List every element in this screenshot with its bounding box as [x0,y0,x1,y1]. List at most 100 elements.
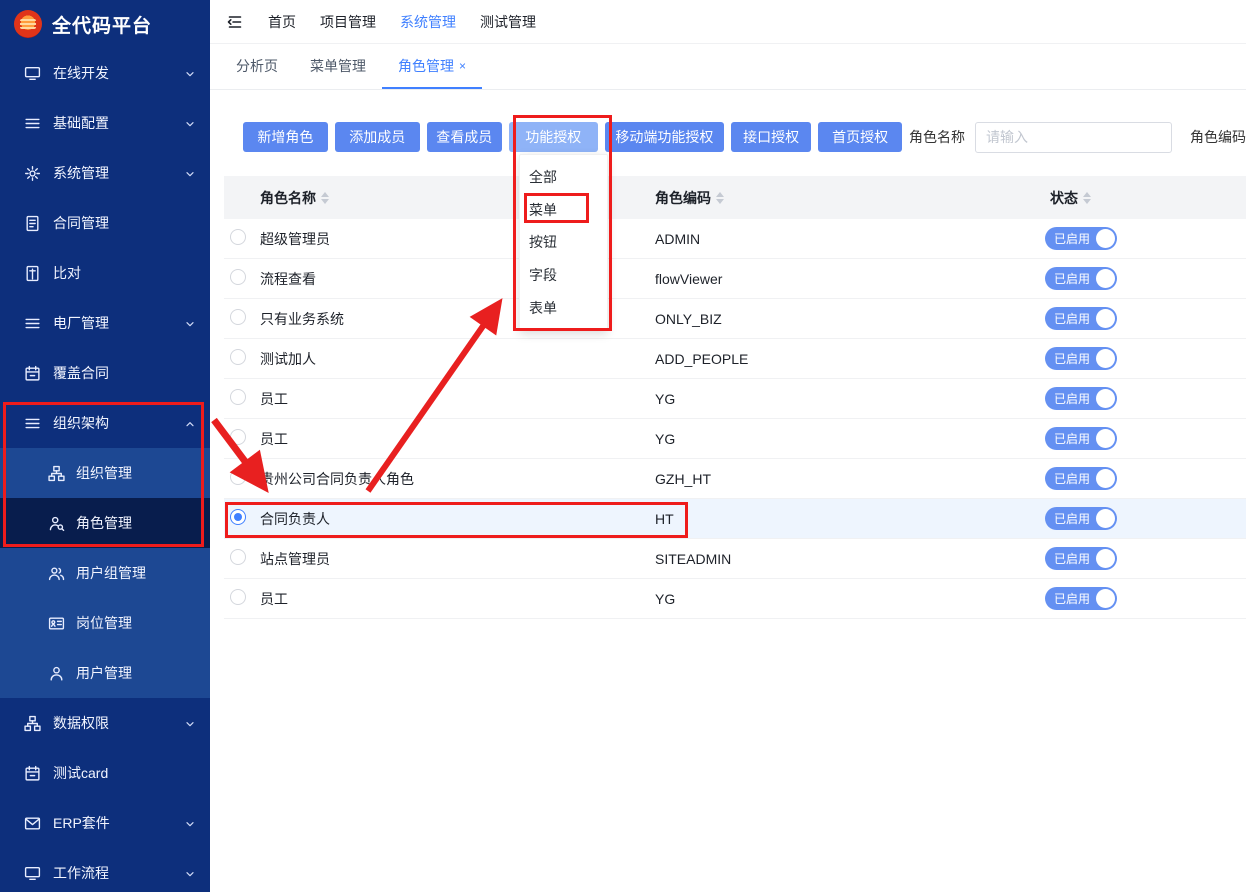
sidebar-item-label: 在线开发 [53,63,184,83]
toolbar-button-1[interactable]: 添加成员 [335,122,420,152]
tab-0[interactable]: 分析页 [220,44,294,89]
sidebar-item-label: 组织管理 [76,463,196,483]
table-row-0[interactable]: 超级管理员ADMIN已启用 [224,219,1246,259]
sidebar-item-16[interactable]: 工作流程 [0,848,210,892]
nav-item-2[interactable]: 系统管理 [400,12,456,32]
status-toggle-label: 已启用 [1054,430,1090,447]
status-toggle-enabled[interactable]: 已启用 [1045,347,1117,370]
sidebar-item-14[interactable]: 测试card [0,748,210,798]
nav-item-1[interactable]: 项目管理 [320,12,376,32]
toolbar-button-5[interactable]: 接口授权 [731,122,811,152]
tab-2[interactable]: 角色管理 × [382,44,482,89]
table-row-4[interactable]: 员工YG已启用 [224,379,1246,419]
sort-carets-icon[interactable] [1083,192,1091,204]
table-row-6[interactable]: 贵州公司合同负责人角色GZH_HT已启用 [224,459,1246,499]
toggle-knob [1096,389,1115,408]
sidebar-item-label: 系统管理 [53,163,184,183]
status-toggle-label: 已启用 [1054,230,1090,247]
table-row-8[interactable]: 站点管理员SITEADMIN已启用 [224,539,1246,579]
monitor-icon [24,865,41,882]
status-toggle-enabled[interactable]: 已启用 [1045,587,1117,610]
sidebar-item-0[interactable]: 在线开发 [0,48,210,98]
roles-table: 角色名称 角色编码 状态 超级管理员ADMIN已启用流程查看flowViewer… [224,176,1246,619]
status-toggle-label: 已启用 [1054,590,1090,607]
status-toggle-enabled[interactable]: 已启用 [1045,547,1117,570]
status-toggle-enabled[interactable]: 已启用 [1045,467,1117,490]
status-toggle-enabled[interactable]: 已启用 [1045,267,1117,290]
sidebar-item-13[interactable]: 数据权限 [0,698,210,748]
row-radio-selected[interactable] [230,509,246,525]
sidebar-item-7[interactable]: 组织架构 [0,398,210,448]
row-radio[interactable] [230,429,246,445]
tab-1[interactable]: 菜单管理 [294,44,382,89]
tab-label: 角色管理 [398,56,454,76]
table-row-7[interactable]: 合同负责人HT已启用 [224,499,1246,539]
toolbar-button-6[interactable]: 首页授权 [818,122,902,152]
sidebar-item-8[interactable]: 组织管理 [0,448,210,498]
user-icon [48,665,65,682]
toggle-knob [1096,469,1115,488]
dropdown-item-2[interactable]: 按钮 [520,226,607,259]
dropdown-item-0[interactable]: 全部 [520,161,607,194]
dropdown-item-4[interactable]: 表单 [520,291,607,324]
status-toggle-label: 已启用 [1054,270,1090,287]
nav-item-0[interactable]: 首页 [268,12,296,32]
sidebar-item-label: 测试card [53,763,196,783]
table-row-9[interactable]: 员工YG已启用 [224,579,1246,619]
status-toggle-enabled[interactable]: 已启用 [1045,427,1117,450]
table-body: 超级管理员ADMIN已启用流程查看flowViewer已启用只有业务系统ONLY… [224,219,1246,619]
sidebar-item-15[interactable]: ERP套件 [0,798,210,848]
tab-close-icon[interactable]: × [459,60,466,72]
role-code-cell: ADMIN [655,231,1045,247]
table-row-5[interactable]: 员工YG已启用 [224,419,1246,459]
toolbar-button-3[interactable]: 功能授权 [509,122,598,152]
row-radio[interactable] [230,309,246,325]
sort-carets-icon[interactable] [321,192,329,204]
sidebar-item-4[interactable]: 比对 [0,248,210,298]
status-toggle-enabled[interactable]: 已启用 [1045,507,1117,530]
toolbar-button-0[interactable]: 新增角色 [243,122,328,152]
status-toggle-enabled[interactable]: 已启用 [1045,307,1117,330]
toggle-knob [1096,509,1115,528]
row-radio[interactable] [230,469,246,485]
role-name-input[interactable] [975,122,1172,153]
sidebar-item-10[interactable]: 用户组管理 [0,548,210,598]
column-header-role-code[interactable]: 角色编码 [655,188,1045,208]
sidebar-item-5[interactable]: 电厂管理 [0,298,210,348]
row-radio[interactable] [230,269,246,285]
toggle-knob [1096,589,1115,608]
sidebar-item-label: 比对 [53,263,196,283]
sidebar-item-label: 用户管理 [76,663,196,683]
status-toggle-enabled[interactable]: 已启用 [1045,387,1117,410]
sidebar-item-3[interactable]: 合同管理 [0,198,210,248]
dropdown-item-3[interactable]: 字段 [520,259,607,292]
row-radio[interactable] [230,229,246,245]
menu-collapse-icon[interactable] [226,13,244,31]
sidebar-item-2[interactable]: 系统管理 [0,148,210,198]
status-toggle-label: 已启用 [1054,510,1090,527]
toggle-knob [1096,549,1115,568]
chevron-up-icon [184,417,196,429]
toolbar-button-4[interactable]: 移动端功能授权 [605,122,725,152]
role-name-cell: 测试加人 [260,349,655,369]
tab-label: 菜单管理 [310,56,366,76]
sidebar-item-6[interactable]: 覆盖合同 [0,348,210,398]
sort-carets-icon[interactable] [716,192,724,204]
nav-item-3[interactable]: 测试管理 [480,12,536,32]
sidebar-item-9[interactable]: 角色管理 [0,498,210,548]
table-row-1[interactable]: 流程查看flowViewer已启用 [224,259,1246,299]
status-toggle-enabled[interactable]: 已启用 [1045,227,1117,250]
row-radio[interactable] [230,549,246,565]
row-radio[interactable] [230,589,246,605]
sidebar-item-1[interactable]: 基础配置 [0,98,210,148]
dropdown-item-1[interactable]: 菜单 [520,194,607,227]
sidebar-item-11[interactable]: 岗位管理 [0,598,210,648]
row-radio[interactable] [230,349,246,365]
compare-icon [24,265,41,282]
row-radio[interactable] [230,389,246,405]
toolbar-button-2[interactable]: 查看成员 [427,122,502,152]
table-row-3[interactable]: 测试加人ADD_PEOPLE已启用 [224,339,1246,379]
column-header-status[interactable]: 状态 [1045,188,1246,208]
sidebar-item-12[interactable]: 用户管理 [0,648,210,698]
table-row-2[interactable]: 只有业务系统ONLY_BIZ已启用 [224,299,1246,339]
